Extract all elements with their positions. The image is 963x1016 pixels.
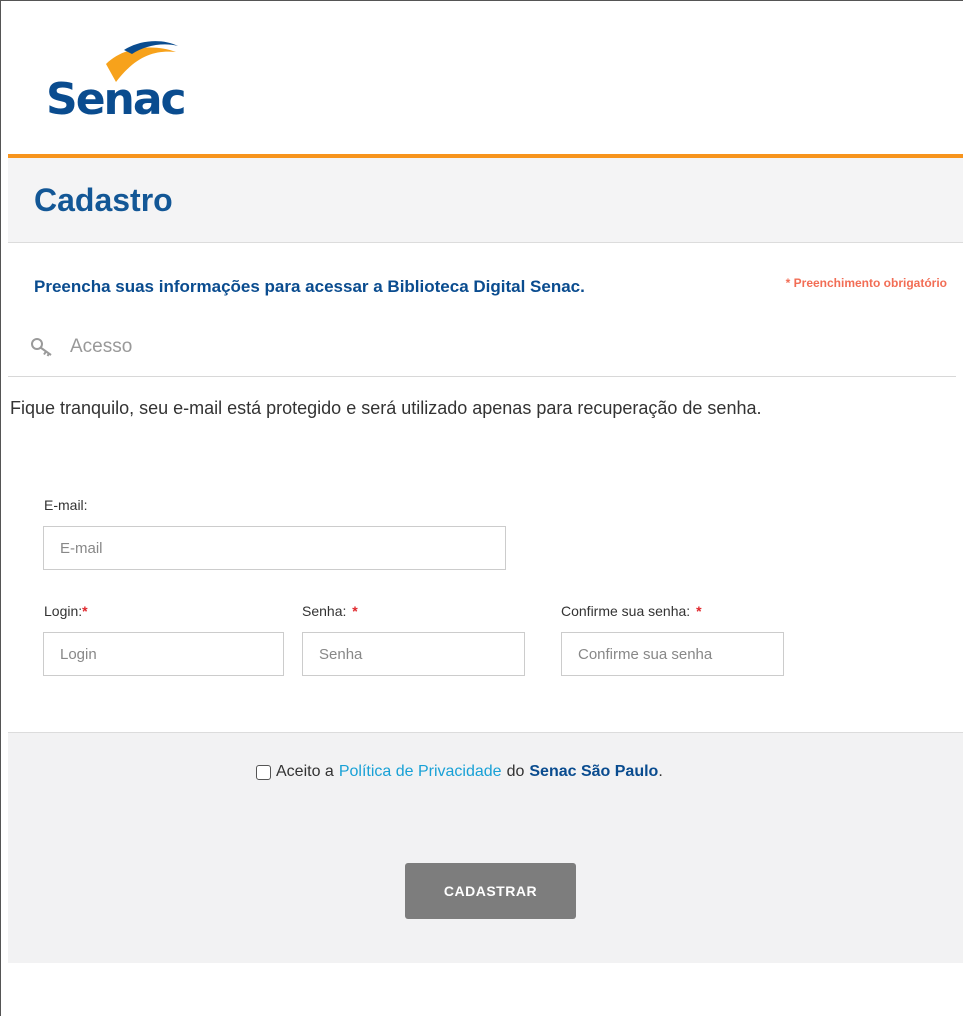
logo-wordmark: Senac bbox=[46, 74, 187, 125]
consent-middle: do bbox=[506, 763, 525, 780]
cadastrar-button[interactable]: CADASTRAR bbox=[405, 863, 576, 919]
section-divider bbox=[8, 376, 956, 377]
required-note: * Preenchimento obrigatório bbox=[785, 276, 947, 290]
confirm-required-mark: * bbox=[696, 603, 702, 619]
login-label: Login:* bbox=[44, 603, 88, 619]
consent-prefix: Aceito a bbox=[276, 763, 334, 780]
password-label-text: Senha: bbox=[302, 603, 347, 619]
key-icon bbox=[31, 338, 52, 357]
privacy-notice: Fique tranquilo, seu e-mail está protegi… bbox=[10, 398, 762, 418]
consent-suffix: . bbox=[658, 763, 663, 780]
section-access-header: Acesso bbox=[30, 332, 132, 362]
submit-band: CADASTRAR bbox=[8, 821, 963, 963]
consent-org: Senac São Paulo bbox=[529, 763, 659, 780]
confirm-password-label-text: Confirme sua senha: bbox=[561, 603, 691, 619]
email-label-text: E-mail: bbox=[44, 497, 88, 513]
email-label: E-mail: bbox=[44, 497, 88, 513]
consent-line: Aceito a Política de Privacidade do Sena… bbox=[256, 763, 663, 781]
email-input[interactable] bbox=[43, 526, 506, 570]
consent-band: Aceito a Política de Privacidade do Sena… bbox=[8, 732, 963, 822]
title-band: Cadastro bbox=[8, 158, 963, 243]
login-required-mark: * bbox=[82, 603, 88, 619]
intro-text: Preencha suas informações para acessar a… bbox=[34, 277, 585, 296]
confirm-password-input[interactable] bbox=[561, 632, 784, 676]
confirm-password-label: Confirme sua senha: * bbox=[561, 603, 702, 619]
password-input[interactable] bbox=[302, 632, 525, 676]
privacy-consent-checkbox[interactable] bbox=[256, 764, 271, 780]
privacy-policy-link[interactable]: Política de Privacidade bbox=[339, 763, 502, 781]
login-input[interactable] bbox=[43, 632, 284, 676]
password-label: Senha: * bbox=[302, 603, 358, 619]
page-title: Cadastro bbox=[34, 182, 173, 218]
login-label-text: Login: bbox=[44, 603, 83, 619]
password-required-mark: * bbox=[352, 603, 358, 619]
section-label: Acesso bbox=[70, 336, 133, 357]
senac-logo[interactable]: Senac bbox=[44, 36, 194, 131]
